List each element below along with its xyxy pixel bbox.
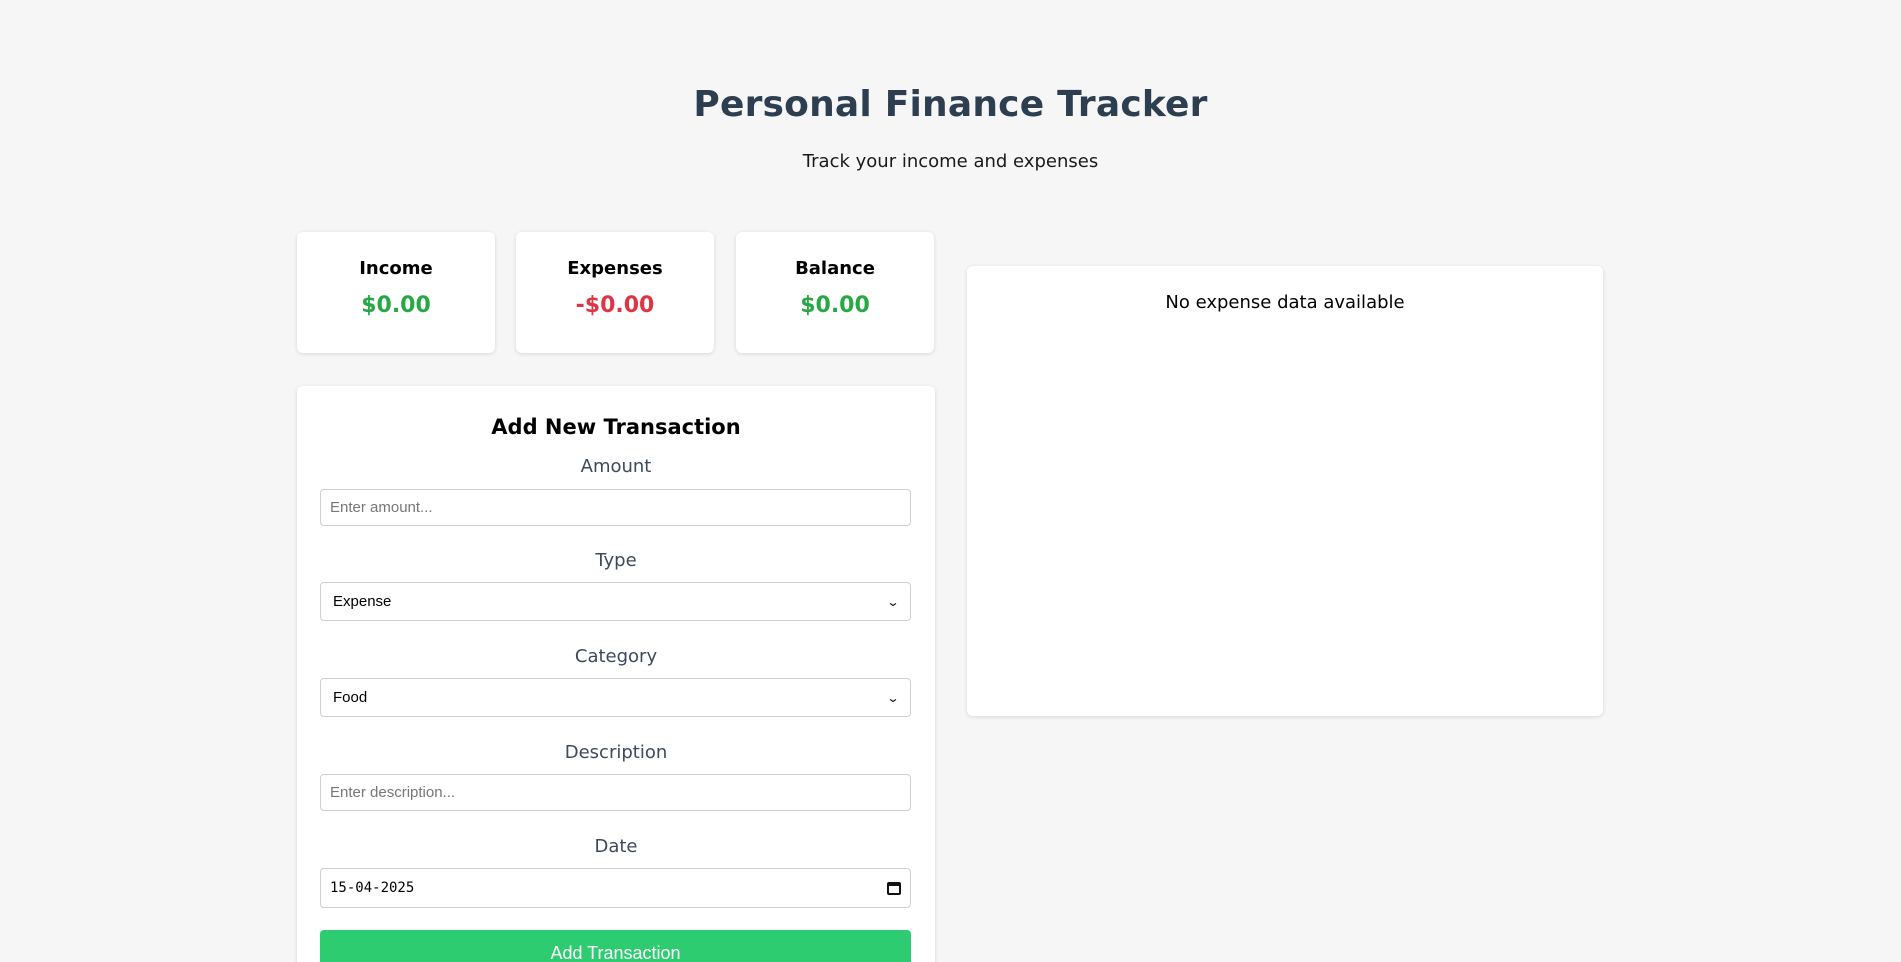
type-label: Type [595,550,637,571]
amount-label: Amount [580,456,652,477]
amount-placeholder: Enter amount... [330,499,433,516]
finance-tracker-page: Personal Finance Tracker Track your inco… [0,0,1901,962]
amount-input[interactable]: Enter amount... [320,489,911,526]
description-input[interactable]: Enter description... [320,774,911,811]
date-value: 15-04-2025 [330,880,415,896]
income-summary-card: Income $0.00 [297,232,495,353]
description-placeholder: Enter description... [330,784,456,801]
date-input[interactable]: 15-04-2025 [320,868,911,908]
expenses-value: -$0.00 [575,293,655,318]
add-transaction-button[interactable]: Add Transaction [320,930,911,962]
page-header: Personal Finance Tracker Track your inco… [0,84,1901,172]
income-value: $0.00 [361,293,431,318]
income-label: Income [359,258,433,279]
balance-value: $0.00 [800,293,870,318]
form-title: Add New Transaction [491,415,741,439]
calendar-icon[interactable] [887,881,901,895]
expense-chart-panel: No expense data available [967,266,1603,716]
category-select[interactable]: Food ⌄ [320,678,911,717]
page-subtitle: Track your income and expenses [802,151,1099,172]
chevron-down-icon: ⌄ [886,690,900,705]
date-label: Date [594,836,638,857]
add-transaction-form: Add New Transaction Amount Enter amount.… [297,386,935,962]
expenses-summary-card: Expenses -$0.00 [516,232,714,353]
category-selected-value: Food [333,689,368,706]
type-selected-value: Expense [333,593,392,610]
balance-summary-card: Balance $0.00 [736,232,934,353]
expenses-label: Expenses [567,258,663,279]
page-title: Personal Finance Tracker [693,84,1208,125]
type-select[interactable]: Expense ⌄ [320,582,911,621]
category-label: Category [574,646,658,667]
chevron-down-icon: ⌄ [886,594,900,609]
empty-chart-message: No expense data available [1165,292,1405,313]
balance-label: Balance [795,258,875,279]
description-label: Description [564,742,668,763]
